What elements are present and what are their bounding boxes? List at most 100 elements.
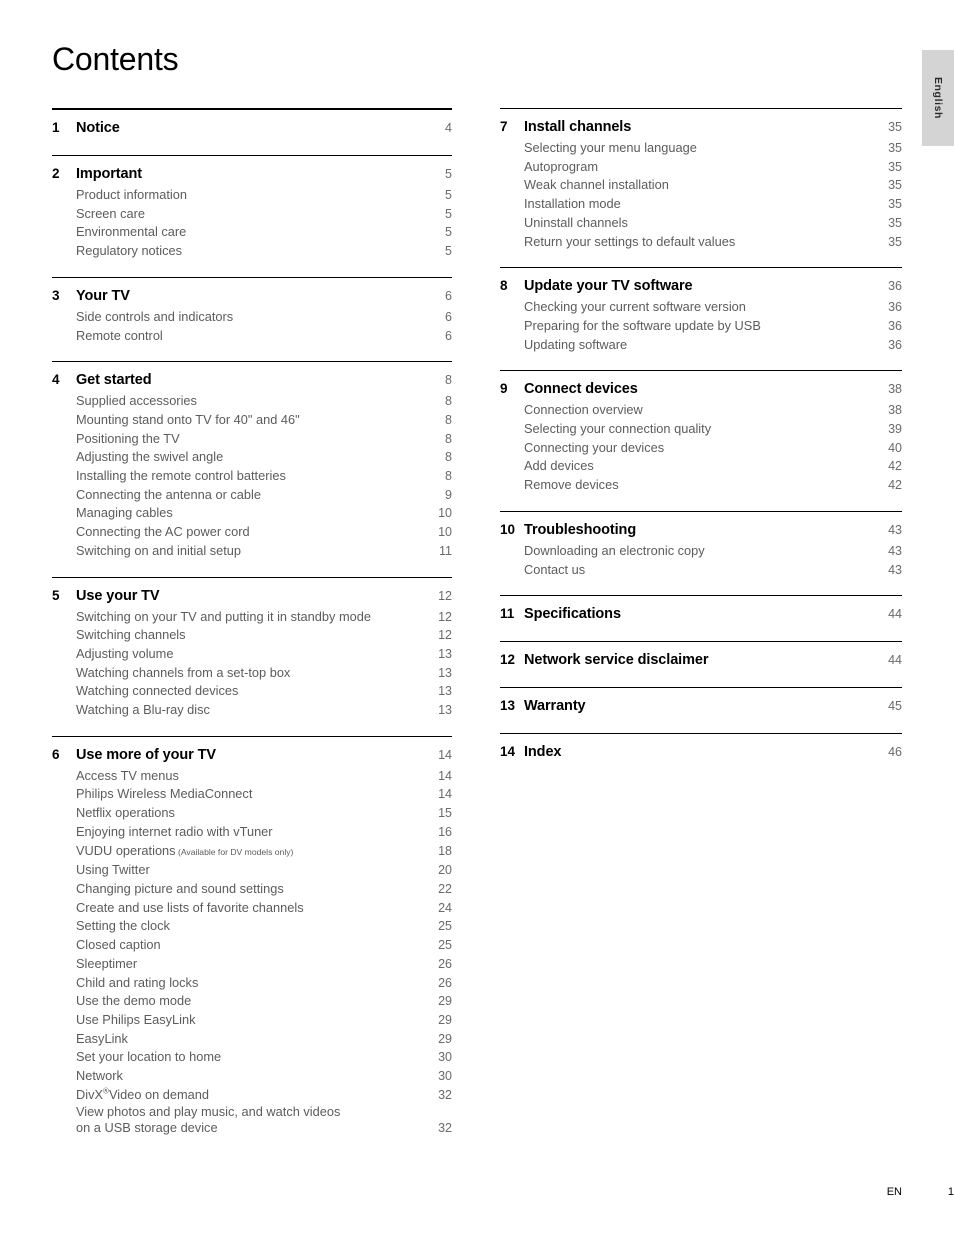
footer-page-number: 1: [947, 1186, 954, 1198]
section-number: 11: [500, 606, 515, 622]
section-rule: [500, 108, 902, 109]
toc-entry[interactable]: 0Switching channels12: [52, 626, 452, 645]
toc-entry[interactable]: 0Set your location to home30: [52, 1048, 452, 1067]
entry-label: Switching on and initial setup: [76, 542, 242, 558]
toc-entry[interactable]: 0Using Twitter20: [52, 861, 452, 880]
toc-section-heading[interactable]: 3 Your TV 6: [52, 285, 452, 307]
section-title: Warranty: [524, 698, 586, 715]
entry-label: Netflix operations: [76, 805, 175, 821]
section-page-number: 43: [888, 522, 902, 537]
toc-entry[interactable]: 0Adjusting volume13: [52, 645, 452, 664]
entry-page-number: 29: [438, 1012, 452, 1027]
toc-column-left: 1Notice4 2Important50Product information5…: [52, 108, 452, 1152]
toc-entry[interactable]: 0Updating software36: [500, 336, 902, 355]
toc-section-heading[interactable]: 8 Update your TV software 36: [500, 275, 902, 297]
toc-section-heading[interactable]: 10 Troubleshooting 43: [500, 519, 902, 541]
toc-section-heading[interactable]: 2 Important 5: [52, 163, 452, 185]
toc-entry[interactable]: 0VUDU operations (Available for DV model…: [52, 842, 452, 862]
toc-entry[interactable]: 0Access TV menus14: [52, 767, 452, 786]
toc-section-heading[interactable]: 14 Index 46: [500, 741, 902, 763]
toc-entry[interactable]: 0EasyLink29: [52, 1030, 452, 1049]
toc-entry[interactable]: 0Checking your current software version3…: [500, 298, 902, 317]
toc-entry[interactable]: 0DivX®Video on demand32: [52, 1086, 452, 1105]
toc-entry[interactable]: 0Positioning the TV8: [52, 430, 452, 449]
toc-section-heading[interactable]: 1 Notice 4: [52, 117, 452, 139]
toc-section-heading[interactable]: 12 Network service disclaimer 44: [500, 649, 902, 671]
toc-entry[interactable]: 0Sleeptimer26: [52, 955, 452, 974]
toc-entry[interactable]: 0Product information5: [52, 186, 452, 205]
entry-label: Use Philips EasyLink: [76, 1011, 196, 1027]
toc-entry[interactable]: 0Child and rating locks26: [52, 974, 452, 993]
toc-entry[interactable]: 0Selecting your connection quality39: [500, 420, 902, 439]
toc-entry[interactable]: 0Switching on and initial setup11: [52, 542, 452, 561]
entry-label: Return your settings to default values: [524, 233, 736, 249]
section-page-number: 35: [888, 120, 902, 134]
toc-entry[interactable]: 0Use the demo mode29: [52, 992, 452, 1011]
section-page-number: 45: [888, 699, 902, 714]
entry-page-number: 30: [438, 1069, 452, 1084]
toc-entry[interactable]: 0Add devices42: [500, 457, 902, 476]
toc-entry[interactable]: 0Regulatory notices5: [52, 242, 452, 261]
toc-entry[interactable]: 0Connecting the antenna or cable9: [52, 486, 452, 505]
toc-section-heading[interactable]: 11 Specifications 44: [500, 603, 902, 625]
toc-entry[interactable]: 0Uninstall channels35: [500, 214, 902, 233]
entry-label: Create and use lists of favorite channel…: [76, 899, 304, 915]
toc-entry[interactable]: 0Watching a Blu-ray disc13: [52, 701, 452, 720]
section-title: Index: [524, 744, 562, 761]
toc-entry[interactable]: 0Watching connected devices13: [52, 682, 452, 701]
toc-entry[interactable]: 0Use Philips EasyLink29: [52, 1011, 452, 1030]
toc-section-heading[interactable]: 6 Use more of your TV 14: [52, 744, 452, 766]
toc-entry[interactable]: 0Weak channel installation35: [500, 176, 902, 195]
toc-entry[interactable]: 0Autoprogram35: [500, 158, 902, 177]
toc-entry[interactable]: 0Enjoying internet radio with vTuner16: [52, 823, 452, 842]
toc-section-heading[interactable]: 9 Connect devices 38: [500, 378, 902, 400]
toc-entry[interactable]: 0Contact us43: [500, 561, 902, 580]
toc-entry[interactable]: 0Mounting stand onto TV for 40" and 46"8: [52, 411, 452, 430]
toc-entry[interactable]: 0Changing picture and sound settings22: [52, 880, 452, 899]
toc-section-heading[interactable]: 4 Get started 8: [52, 369, 452, 391]
toc-entry[interactable]: 0Connecting the AC power cord10: [52, 523, 452, 542]
entry-label: Add devices: [524, 458, 594, 474]
toc-section-heading[interactable]: 13 Warranty 45: [500, 695, 902, 717]
toc-entry[interactable]: 0View photos and play music, and watch v…: [52, 1104, 452, 1136]
toc-entry[interactable]: 0Netflix operations15: [52, 804, 452, 823]
toc-entry[interactable]: 0Adjusting the swivel angle8: [52, 448, 452, 467]
toc-entry[interactable]: 0Network30: [52, 1067, 452, 1086]
entry-label: Switching on your TV and putting it in s…: [76, 608, 371, 624]
toc-entry[interactable]: 0Side controls and indicators6: [52, 308, 452, 327]
toc-entry[interactable]: 0Preparing for the software update by US…: [500, 317, 902, 336]
toc-entry[interactable]: 0Selecting your menu language35: [500, 139, 902, 158]
entry-page-number: 43: [888, 543, 902, 558]
entry-page-number: 6: [445, 328, 452, 343]
toc-entry[interactable]: 0Supplied accessories8: [52, 392, 452, 411]
entry-label: Downloading an electronic copy: [524, 542, 705, 558]
toc-entry[interactable]: 0Create and use lists of favorite channe…: [52, 899, 452, 918]
toc-entry[interactable]: 0Switching on your TV and putting it in …: [52, 608, 452, 627]
toc-entry[interactable]: 0Downloading an electronic copy43: [500, 542, 902, 561]
entry-page-number: 14: [438, 787, 452, 802]
toc-entry[interactable]: 0Connecting your devices40: [500, 439, 902, 458]
section-rule: [52, 108, 452, 110]
toc-section-heading[interactable]: 5 Use your TV 12: [52, 585, 452, 607]
toc-entry[interactable]: 0Return your settings to default values3…: [500, 233, 902, 252]
toc-entry[interactable]: 0Setting the clock25: [52, 917, 452, 936]
toc-entry[interactable]: 0Environmental care5: [52, 223, 452, 242]
toc-entry[interactable]: 0Closed caption25: [52, 936, 452, 955]
section-rule: [500, 641, 902, 643]
toc-entry[interactable]: 0Screen care5: [52, 205, 452, 224]
toc-entry[interactable]: 0Installation mode35: [500, 195, 902, 214]
toc-entry[interactable]: 0Installing the remote control batteries…: [52, 467, 452, 486]
toc-entry[interactable]: 0Managing cables10: [52, 504, 452, 523]
toc-entry[interactable]: 0Philips Wireless MediaConnect14: [52, 785, 452, 804]
toc-entry[interactable]: 0Connection overview38: [500, 401, 902, 420]
entry-label: Preparing for the software update by USB: [524, 317, 761, 333]
section-page-number: 14: [438, 747, 452, 762]
toc-entry[interactable]: 0Watching channels from a set-top box13: [52, 664, 452, 683]
entry-page-number: 38: [888, 403, 902, 418]
toc-entry[interactable]: 0Remove devices42: [500, 476, 902, 495]
entry-label: Watching a Blu-ray disc: [76, 702, 210, 718]
toc-section: 9Connect devices380Connection overview38…: [500, 370, 902, 495]
entry-page-number: 35: [888, 159, 902, 174]
toc-entry[interactable]: 0Remote control6: [52, 327, 452, 346]
toc-section-heading[interactable]: 7 Install channels 35: [500, 116, 902, 138]
